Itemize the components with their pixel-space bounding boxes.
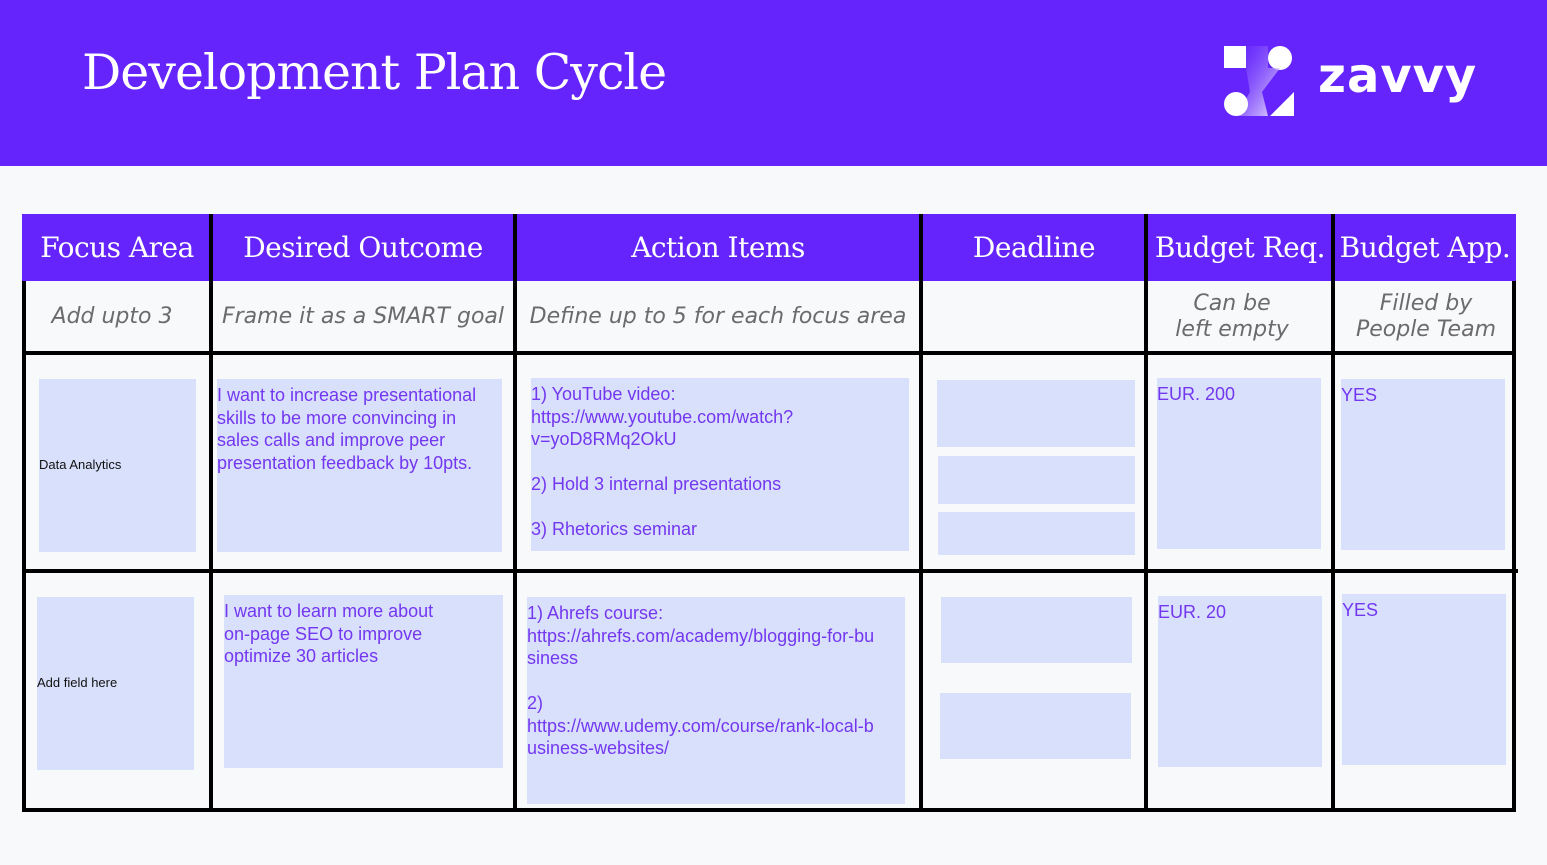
table-border-left: [22, 281, 26, 812]
deadline-field[interactable]: [938, 456, 1135, 504]
page-title: Development Plan Cycle: [82, 44, 667, 101]
header-banner: Development Plan Cycle zavvy: [0, 0, 1547, 166]
column-header-focus-area: Focus Area: [40, 231, 194, 264]
column-header-action-items: Action Items: [631, 231, 805, 264]
column-divider: [209, 214, 213, 812]
zavvy-logo-mark-icon: [1224, 46, 1294, 116]
budget-approved-value: YES: [1342, 600, 1379, 620]
focus-area-field[interactable]: Add field here: [37, 597, 194, 770]
column-divider: [1144, 214, 1148, 812]
row-divider: [22, 351, 1516, 355]
hint-budget-requested: Can be left empty: [1175, 291, 1289, 342]
column-header-desired-outcome: Desired Outcome: [243, 231, 483, 264]
deadline-field[interactable]: [937, 380, 1135, 447]
deadline-field[interactable]: [938, 512, 1135, 555]
hint-deadline: [922, 282, 1146, 352]
deadline-field[interactable]: [941, 597, 1132, 663]
column-header-budget-requested: Budget Req.: [1154, 231, 1326, 264]
column-header-deadline: Deadline: [972, 231, 1096, 264]
budget-requested-field[interactable]: EUR. 20: [1158, 596, 1322, 767]
action-items-field[interactable]: 1) YouTube video: https://www.youtube.co…: [531, 378, 909, 551]
hint-action-items: Define up to 5 for each focus area: [529, 304, 907, 329]
hint-focus-area: Add upto 3: [51, 304, 173, 329]
budget-requested-field[interactable]: EUR. 200: [1157, 378, 1321, 549]
desired-outcome-field[interactable]: I want to increase presentational skills…: [217, 379, 502, 552]
hint-desired-outcome: Frame it as a SMART goal: [221, 304, 504, 329]
focus-area-value: Add field here: [37, 675, 118, 690]
desired-outcome-value: I want to learn more about on-page SEO t…: [224, 601, 434, 666]
action-items-field[interactable]: 1) Ahrefs course: https://ahrefs.com/aca…: [527, 597, 905, 804]
hint-budget-approved: Filled by People Team: [1355, 291, 1497, 342]
table-border-right: [1512, 281, 1516, 812]
budget-approved-field[interactable]: YES: [1342, 594, 1506, 765]
focus-area-field[interactable]: Data Analytics: [39, 379, 196, 552]
budget-approved-field[interactable]: YES: [1341, 379, 1505, 550]
action-items-value: 1) YouTube video: https://www.youtube.co…: [531, 384, 794, 539]
desired-outcome-field[interactable]: I want to learn more about on-page SEO t…: [224, 595, 503, 768]
budget-approved-value: YES: [1341, 385, 1378, 405]
budget-requested-value: EUR. 200: [1157, 384, 1236, 404]
brand-logo[interactable]: zavvy: [1224, 46, 1476, 116]
column-divider: [513, 214, 517, 812]
table-border-bottom: [22, 808, 1516, 812]
budget-requested-value: EUR. 20: [1158, 602, 1227, 622]
column-divider: [1331, 214, 1335, 812]
column-header-budget-approved: Budget App.: [1339, 231, 1511, 264]
column-divider: [919, 214, 923, 812]
deadline-field[interactable]: [940, 693, 1131, 759]
brand-name: zavvy: [1318, 48, 1478, 104]
action-items-value: 1) Ahrefs course: https://ahrefs.com/aca…: [527, 603, 875, 758]
row-divider: [22, 569, 1518, 573]
focus-area-value: Data Analytics: [39, 457, 122, 472]
desired-outcome-value: I want to increase presentational skills…: [217, 385, 477, 473]
